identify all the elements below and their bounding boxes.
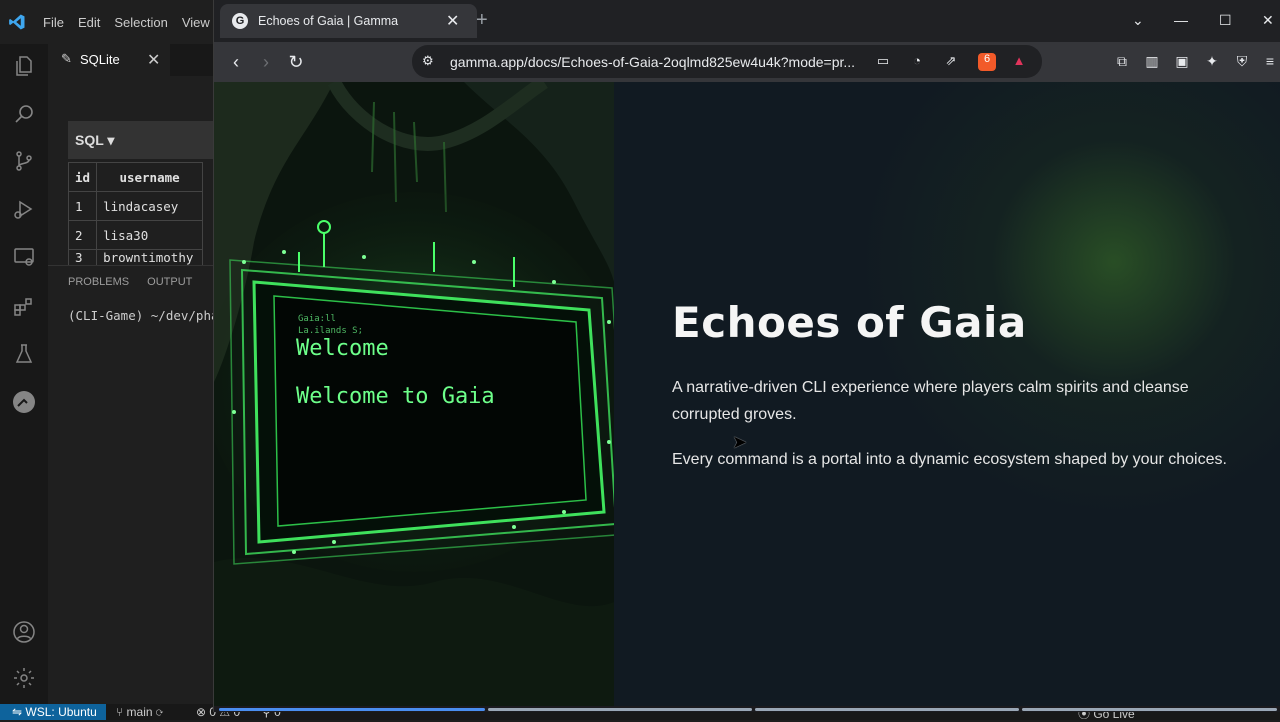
remote-icon: ⇋ (12, 705, 26, 719)
page-title: Echoes of Gaia (672, 298, 1027, 347)
table-cell: lisa30 (96, 220, 204, 250)
table-cell: browntimothy (96, 249, 204, 266)
forward-arrow-icon[interactable]: › (254, 50, 278, 74)
source-control-icon[interactable] (12, 149, 36, 173)
branch-label: main (126, 705, 153, 719)
close-icon[interactable]: ✕ (147, 50, 160, 70)
run-debug-icon[interactable] (12, 197, 36, 221)
tab-title: Echoes of Gaia | Gamma (258, 14, 399, 28)
progress-segment[interactable] (488, 708, 752, 711)
editor-tab-label: SQLite (80, 52, 120, 67)
extensions-puzzle-icon[interactable]: ⧉ (1112, 53, 1132, 73)
table-cell: 2 (67, 220, 98, 250)
panel-area (48, 266, 218, 704)
back-arrow-icon[interactable]: ‹ (224, 50, 248, 74)
new-tab-plus-icon[interactable]: + (476, 9, 488, 32)
mouse-cursor-icon: ➤ (732, 432, 748, 452)
slide-text-pane: Echoes of Gaia A narrative-driven CLI ex… (614, 82, 1280, 712)
table-row: 1 lindacasey (67, 191, 204, 221)
error-icon: ⊗ (196, 705, 210, 719)
progress-segment-active[interactable] (219, 708, 485, 711)
tab-problems[interactable]: PROBLEMS (68, 276, 129, 288)
progress-segment[interactable] (755, 708, 1019, 711)
menu-edit[interactable]: Edit (78, 15, 100, 30)
close-icon[interactable]: ✕ (446, 11, 459, 31)
vscode-logo-icon (9, 14, 25, 30)
gamma-favicon-icon: G (232, 13, 248, 29)
screen-small-text-2: La.ilands S; (298, 326, 364, 336)
screen-small-text-1: Gaia:ll (298, 314, 336, 324)
table-cell: lindacasey (96, 191, 204, 221)
menu-view[interactable]: View (182, 15, 210, 30)
close-window-icon[interactable]: ✕ (1262, 12, 1274, 29)
search-icon[interactable] (12, 102, 36, 126)
testing-icon[interactable] (12, 342, 36, 366)
share-icon[interactable]: ⇗ (942, 53, 960, 71)
leo-ai-icon[interactable]: ✦ (1202, 53, 1222, 73)
wallet-icon[interactable]: ▣ (1172, 53, 1192, 73)
address-bar[interactable]: ⚙ gamma.app/docs/Echoes-of-Gaia-2oqlmd82… (412, 45, 1042, 78)
panel-divider (48, 265, 218, 266)
site-info-icon[interactable]: ⚙ (422, 53, 438, 69)
brave-rewards-icon[interactable]: ▲ (1010, 53, 1028, 71)
secondary-paragraph: Every command is a portal into a dynamic… (672, 451, 1227, 468)
table-row: 3 browntimothy (67, 249, 204, 266)
column-header-username[interactable]: username (96, 162, 204, 192)
chevron-down-icon[interactable]: ⌄ (1132, 12, 1144, 29)
menu-selection[interactable]: Selection (114, 15, 167, 30)
sqlite-file-icon: ✎ (61, 51, 72, 66)
vpn-shield-icon[interactable]: ⛨ (1232, 53, 1252, 73)
explorer-icon[interactable] (12, 54, 36, 78)
minimize-icon[interactable]: — (1174, 12, 1188, 28)
reload-icon[interactable]: ↻ (284, 50, 308, 74)
editor-tab-sqlite[interactable]: ✎ SQLite ✕ (48, 44, 170, 76)
sync-icon[interactable]: ⟳ (156, 705, 163, 719)
cast-icon[interactable]: ▭ (874, 53, 892, 71)
screen-welcome-gaia-text: Welcome to Gaia (296, 384, 495, 409)
browser-toolbar: ‹ › ↻ ⚙ gamma.app/docs/Echoes-of-Gaia-2o… (214, 42, 1280, 82)
speedometer-icon[interactable]: ◔ (908, 53, 926, 71)
browser-tab-active[interactable]: G Echoes of Gaia | Gamma ✕ (220, 4, 477, 38)
table-cell: 3 (67, 249, 98, 266)
progress-segment[interactable] (1022, 708, 1277, 711)
sql-header-label: SQL ▾ (75, 132, 115, 148)
vscode-menubar: File Edit Selection View (43, 15, 224, 30)
remote-label: WSL: Ubuntu (25, 705, 97, 719)
sqlite-results-table: id username 1 lindacasey 2 lisa30 3 brow… (67, 162, 204, 266)
panel-tabs: PROBLEMS OUTPUT (68, 276, 192, 288)
account-icon[interactable] (12, 620, 36, 644)
menu-file[interactable]: File (43, 15, 64, 30)
table-cell: 1 (67, 191, 98, 221)
forest-terminal-image: Gaia:ll La.ilands S; Welcome Welcome to … (214, 82, 614, 712)
settings-gear-icon[interactable] (12, 666, 36, 690)
remote-indicator[interactable]: ⇋ WSL: Ubuntu (0, 704, 106, 720)
brave-badge: 6 (983, 53, 991, 65)
slide-progress-bar (214, 706, 1280, 712)
activity-bar (0, 44, 48, 704)
remote-explorer-icon[interactable] (12, 245, 36, 269)
browser-window: G Echoes of Gaia | Gamma ✕ + ⌄ — ☐ ✕ ‹ ›… (213, 0, 1280, 712)
gamma-slide: Gaia:ll La.ilands S; Welcome Welcome to … (214, 82, 1280, 712)
menu-hamburger-icon[interactable]: ≡ (1260, 53, 1280, 73)
browser-tab-strip: G Echoes of Gaia | Gamma ✕ + ⌄ — ☐ ✕ (214, 0, 1280, 42)
sidebar-icon[interactable]: ▥ (1142, 53, 1162, 73)
table-row: 2 lisa30 (67, 220, 204, 250)
tab-output[interactable]: OUTPUT (147, 276, 192, 288)
sql-query-toggle[interactable]: SQL ▾ (68, 121, 218, 159)
git-graph-icon[interactable] (12, 390, 36, 414)
terminal-prompt[interactable]: (CLI-Game) ~/dev/pha (68, 308, 219, 323)
table-header-row: id username (67, 162, 204, 192)
brave-shields-icon[interactable]: 6 (978, 53, 996, 71)
maximize-icon[interactable]: ☐ (1219, 12, 1232, 29)
extensions-icon[interactable] (12, 295, 36, 319)
git-branch-status[interactable]: ⑂ main ⟳ (116, 705, 163, 719)
url-text[interactable]: gamma.app/docs/Echoes-of-Gaia-2oqlmd825e… (450, 54, 855, 70)
screen-welcome-text: Welcome (296, 336, 389, 361)
intro-paragraph: A narrative-driven CLI experience where … (672, 379, 1189, 423)
column-header-id[interactable]: id (67, 162, 98, 192)
branch-icon: ⑂ (116, 705, 127, 719)
